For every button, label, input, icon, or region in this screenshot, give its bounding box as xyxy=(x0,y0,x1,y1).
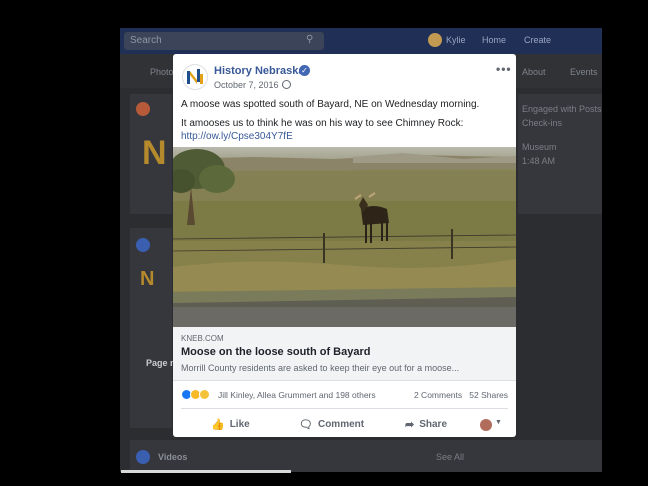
reactors-summary[interactable]: Jill Kinley, Allea Grummert and 198 othe… xyxy=(218,390,376,400)
nav-home[interactable]: Home xyxy=(482,35,506,45)
reactions-row: Jill Kinley, Allea Grummert and 198 othe… xyxy=(173,382,516,406)
background-logo: N xyxy=(142,134,167,172)
comment-label: Comment xyxy=(317,418,365,430)
post-modal: History Nebraska ✓ October 7, 2016 · •••… xyxy=(173,54,516,437)
post-actions: 👍 Like 🗨 Comment ➦ Share ▼ xyxy=(173,410,516,437)
background-side-text-4: 1:48 AM xyxy=(522,156,556,166)
link-domain: KNEB.COM xyxy=(181,334,224,343)
screen: Search ⚲ Kylie Home Create Photos About … xyxy=(0,0,648,486)
page-avatar[interactable] xyxy=(182,64,208,90)
link-preview-card[interactable]: KNEB.COM Moose on the loose south of Bay… xyxy=(173,327,516,381)
history-nebraska-logo-icon xyxy=(187,69,203,84)
background-right-card: Engaged with Posts Check-ins Museum 1:48… xyxy=(518,94,602,214)
moose-field-image xyxy=(173,147,516,327)
background-page-icon xyxy=(136,102,150,116)
post-timestamp[interactable]: October 7, 2016 · xyxy=(214,80,284,90)
chevron-down-icon[interactable]: ▼ xyxy=(495,419,502,426)
background-side-text-2: Check-ins xyxy=(522,118,563,128)
post-header: History Nebraska ✓ October 7, 2016 · ••• xyxy=(173,54,516,94)
background-videos-card: Videos See All xyxy=(130,440,602,472)
engagement-counts: 2 Comments 52 Shares xyxy=(414,390,508,400)
wow-reaction-icon[interactable] xyxy=(199,389,210,400)
background-posts-icon xyxy=(136,238,150,252)
share-label: Share xyxy=(419,418,448,430)
post-text: A moose was spotted south of Bayard, NE … xyxy=(181,98,511,149)
globe-icon xyxy=(282,80,291,89)
search-icon[interactable]: ⚲ xyxy=(306,34,318,46)
divider xyxy=(181,408,508,409)
background-post-logo: N xyxy=(140,268,155,290)
viewer-avatar[interactable] xyxy=(480,419,492,431)
share-icon: ➦ xyxy=(405,418,415,431)
share-button[interactable]: ➦ Share xyxy=(405,416,447,432)
video-icon xyxy=(136,450,150,464)
nav-create[interactable]: Create xyxy=(524,35,551,45)
background-top-bar: Search ⚲ Kylie Home Create xyxy=(120,28,602,54)
post-text-line-2: It amooses us to think he was on his way… xyxy=(181,118,464,129)
background-posts-card: N Page notes xyxy=(130,228,194,428)
comment-icon: 🗨 xyxy=(299,418,313,431)
comments-count[interactable]: 2 Comments xyxy=(414,390,462,400)
post-url-link[interactable]: http://ow.ly/Cpse304Y7fE xyxy=(181,131,293,142)
post-text-line-1: A moose was spotted south of Bayard, NE … xyxy=(181,99,480,110)
background-videos-label: Videos xyxy=(158,452,188,462)
avatar[interactable] xyxy=(428,33,442,47)
background-side-text-3: Museum xyxy=(522,142,557,152)
background-left-card: N xyxy=(130,94,172,214)
background-side-text-1: Engaged with Posts xyxy=(522,104,602,114)
moose-photo[interactable] xyxy=(173,147,516,327)
verified-badge-icon: ✓ xyxy=(299,65,310,76)
link-description: Morrill County residents are asked to ke… xyxy=(181,363,460,373)
tab-events[interactable]: Events xyxy=(570,67,598,77)
page-name-link[interactable]: History Nebraska xyxy=(214,65,305,77)
nav-profile[interactable]: Kylie xyxy=(446,35,466,45)
shares-count[interactable]: 52 Shares xyxy=(469,390,508,400)
link-title[interactable]: Moose on the loose south of Bayard xyxy=(181,346,370,358)
like-button[interactable]: 👍 Like xyxy=(211,416,250,432)
like-label: Like xyxy=(229,418,250,430)
comment-button[interactable]: 🗨 Comment xyxy=(299,416,364,432)
horizontal-scrollbar[interactable] xyxy=(121,470,291,473)
background-see-all[interactable]: See All xyxy=(436,452,464,462)
background-search-input[interactable]: Search xyxy=(124,32,324,50)
tab-about[interactable]: About xyxy=(522,67,546,77)
thumbs-up-icon: 👍 xyxy=(211,418,225,431)
more-options-icon[interactable]: ••• xyxy=(496,62,512,76)
